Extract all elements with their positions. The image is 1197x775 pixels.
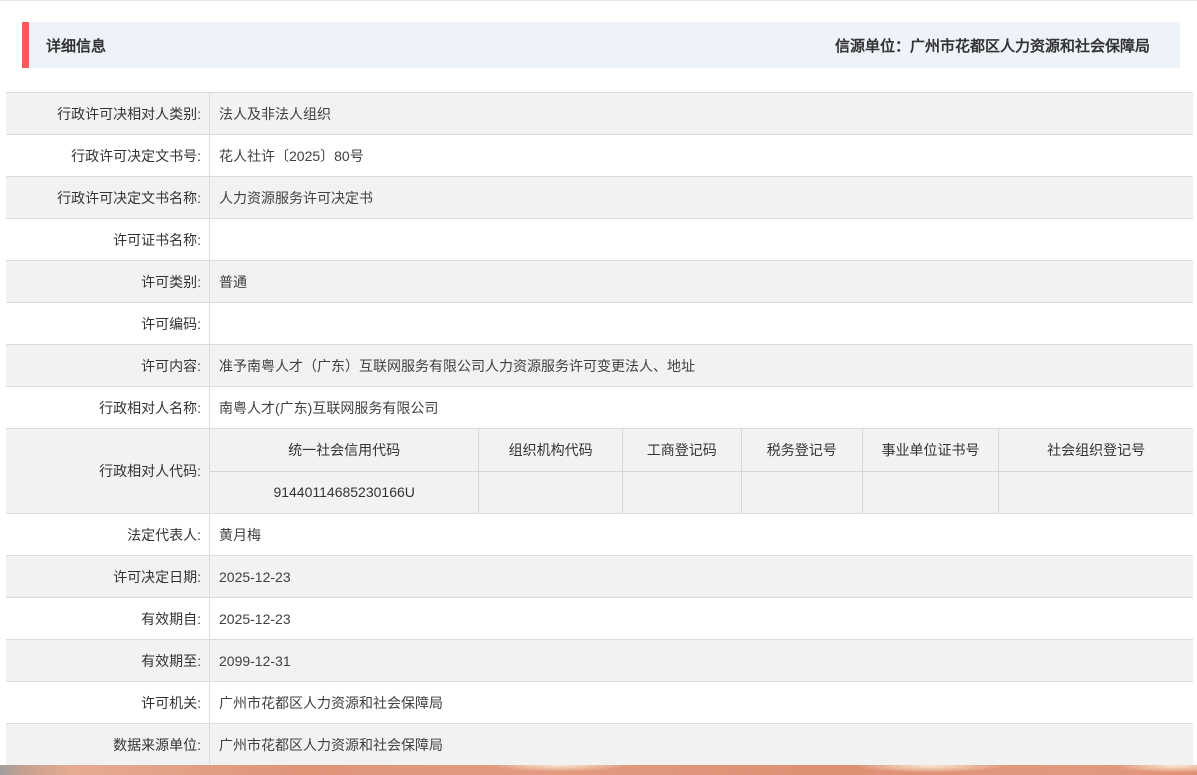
entity-codes-subtable: 统一社会信用代码 组织机构代码 工商登记码 税务登记号 事业单位证书号 社会组织登记号 91… [210,429,1193,513]
row-label: 许可类别: [6,261,210,302]
row-value: 广州市花都区人力资源和社会保障局 [219,694,443,711]
row-label: 行政相对人代码: [6,429,210,513]
row-value: 花人社许〔2025〕80号 [219,147,364,164]
row-label: 数据来源单位: [6,724,210,765]
table-row: 数据来源单位: 广州市花都区人力资源和社会保障局 [6,724,1193,766]
row-value: 人力资源服务许可决定书 [219,189,373,206]
code-header-row: 统一社会信用代码 组织机构代码 工商登记码 税务登记号 事业单位证书号 社会组织登记号 [210,429,1193,472]
table-row: 行政许可决定文书名称: 人力资源服务许可决定书 [6,177,1193,219]
code-column-header: 工商登记码 [623,429,742,471]
row-label: 许可机关: [6,682,210,723]
table-row: 许可机关: 广州市花都区人力资源和社会保障局 [6,682,1193,724]
row-value: 2099-12-31 [219,652,291,669]
table-row: 有效期自: 2025-12-23 [6,598,1193,640]
code-value-row: 91440114685230166U [210,471,1193,514]
table-row: 行政相对人代码: 统一社会信用代码 组织机构代码 工商登记码 税务登记号 事业单位证书号 社… [6,429,1193,514]
code-value [863,471,1000,513]
row-label: 行政许可决定文书名称: [6,177,210,218]
code-value [479,471,623,513]
row-value: 准予南粤人才（广东）互联网服务有限公司人力资源服务许可变更法人、地址 [219,357,695,374]
source-unit-label: 信源单位：广州市花都区人力资源和社会保障局 [834,37,1150,55]
row-value [210,219,1193,260]
decorative-footer-strip [0,765,1197,775]
table-row: 许可编码: [6,303,1193,345]
row-label: 许可证书名称: [6,219,210,260]
row-value: 黄月梅 [219,526,261,543]
detail-header: 详细信息 信源单位：广州市花都区人力资源和社会保障局 [22,22,1180,68]
table-row: 许可内容: 准予南粤人才（广东）互联网服务有限公司人力资源服务许可变更法人、地址 [6,345,1193,387]
row-value: 2025-12-23 [219,568,291,585]
row-label: 行政相对人名称: [6,387,210,428]
row-label: 行政许可决相对人类别: [6,93,210,134]
row-label: 法定代表人: [6,514,210,555]
code-column-header: 统一社会信用代码 [210,429,480,471]
code-column-header: 税务登记号 [742,429,863,471]
row-value: 法人及非法人组织 [219,105,331,122]
row-value: 广州市花都区人力资源和社会保障局 [219,736,443,753]
row-label: 许可内容: [6,345,210,386]
row-value: 2025-12-23 [219,610,291,627]
row-label: 行政许可决定文书号: [6,135,210,176]
row-label: 有效期自: [6,598,210,639]
row-value: 普通 [219,273,247,290]
row-value: 南粤人才(广东)互联网服务有限公司 [219,399,439,416]
code-value: 91440114685230166U [210,471,480,513]
code-value [742,471,863,513]
row-label: 许可编码: [6,303,210,344]
table-row: 许可证书名称: [6,219,1193,261]
code-column-header: 事业单位证书号 [863,429,1000,471]
code-value [999,472,1193,514]
page-title: 详细信息 [46,37,107,55]
license-detail-table: 行政许可决相对人类别: 法人及非法人组织 行政许可决定文书号: 花人社许〔2025〕8… [6,92,1193,766]
table-row: 行政许可决定文书号: 花人社许〔2025〕80号 [6,135,1193,177]
table-row: 许可类别: 普通 [6,261,1193,303]
table-row: 许可决定日期: 2025-12-23 [6,556,1193,598]
header-accent-bar [22,22,29,68]
table-row: 有效期至: 2099-12-31 [6,640,1193,682]
code-column-header: 社会组织登记号 [1047,441,1146,458]
code-value [623,471,742,513]
row-label: 许可决定日期: [6,556,210,597]
code-column-header: 组织机构代码 [479,429,623,471]
table-row: 行政相对人名称: 南粤人才(广东)互联网服务有限公司 [6,387,1193,429]
table-row: 行政许可决相对人类别: 法人及非法人组织 [6,93,1193,135]
row-value [210,303,1193,344]
row-label: 有效期至: [6,640,210,681]
table-row: 法定代表人: 黄月梅 [6,514,1193,556]
